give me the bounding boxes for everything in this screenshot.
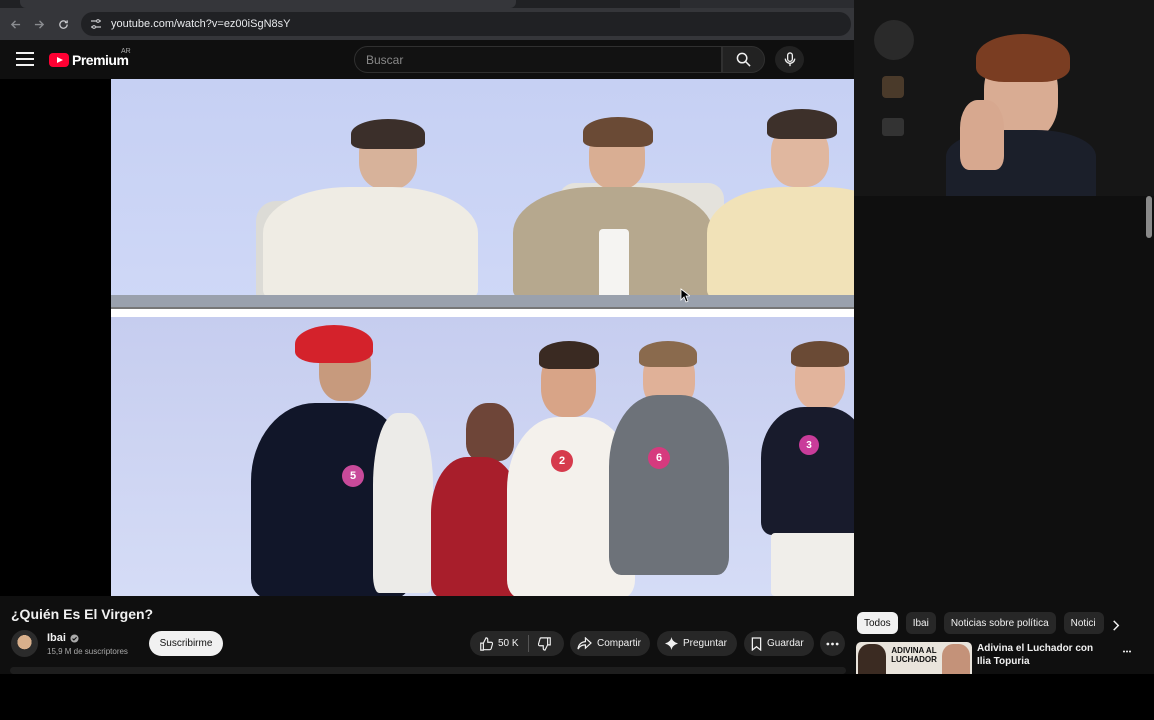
mouse-cursor-icon [680, 288, 690, 303]
like-button[interactable]: 50 K [470, 631, 528, 656]
jersey-number-badge: 5 [342, 465, 364, 487]
save-label: Guardar [767, 638, 804, 649]
search-placeholder: Buscar [366, 52, 404, 67]
chip-ibai[interactable]: Ibai [905, 612, 936, 634]
more-vertical-icon [1122, 649, 1132, 653]
url-text: youtube.com/watch?v=ez00iSgN8sY [111, 18, 291, 30]
chip-noticias[interactable]: Notici [1063, 612, 1104, 634]
jersey-number-badge: 6 [648, 447, 670, 469]
more-actions-button[interactable] [820, 631, 845, 656]
arrow-right-icon [34, 19, 44, 29]
subscriber-count: 15,9 M de suscriptores [47, 647, 128, 656]
reload-button[interactable] [51, 12, 75, 36]
dislike-button[interactable] [529, 631, 561, 656]
arrow-left-icon [10, 19, 20, 29]
share-icon [577, 637, 592, 650]
thumbnail-text: ADIVINA AL LUCHADOR [891, 646, 937, 664]
logo-text: Premium [72, 52, 129, 68]
jersey-number-badge: 2 [551, 450, 573, 472]
country-code: AR [121, 48, 131, 55]
recommended-video[interactable]: ADIVINA AL LUCHADOR Adivina el Luchador … [856, 642, 1146, 674]
browser-toolbar: youtube.com/watch?v=ez00iSgN8sY [0, 8, 854, 40]
search-input[interactable]: Buscar [354, 46, 722, 73]
ask-label: Preguntar [683, 638, 727, 649]
youtube-header: Premium AR Buscar [0, 40, 854, 79]
recommendation-filter-chips: Todos Ibai Noticias sobre política Notic… [857, 612, 1104, 634]
site-settings-icon[interactable] [89, 17, 103, 31]
video-title: ¿Quién Es El Virgen? [11, 606, 154, 622]
chips-next-button[interactable] [1108, 617, 1124, 633]
chip-todos[interactable]: Todos [857, 612, 898, 634]
recommended-video-title[interactable]: Adivina el Luchador con Ilia Topuria [977, 642, 1107, 668]
thumbs-up-icon [480, 636, 493, 651]
share-label: Compartir [597, 638, 641, 649]
verified-icon [70, 633, 79, 643]
channel-avatar[interactable] [11, 630, 38, 657]
back-button[interactable] [3, 12, 27, 36]
chevron-right-icon [1113, 619, 1120, 631]
jersey-number-badge: 3 [799, 435, 819, 455]
search-button[interactable] [722, 46, 765, 73]
share-button[interactable]: Compartir [570, 631, 650, 656]
chip-noticias-politica[interactable]: Noticias sobre política [943, 612, 1056, 634]
youtube-play-icon [49, 53, 69, 67]
letterbox-bottom [0, 674, 1154, 720]
bookmark-icon [751, 636, 762, 651]
forward-button[interactable] [27, 12, 51, 36]
menu-icon[interactable] [16, 52, 34, 68]
browser-tab[interactable] [680, 0, 854, 8]
channel-name[interactable]: Ibai [47, 632, 66, 644]
search-icon [736, 52, 751, 67]
browser-tab-strip [0, 0, 854, 8]
channel-name-row[interactable]: Ibai [47, 632, 79, 644]
microphone-icon [784, 52, 795, 67]
webcam-overlay [854, 0, 1154, 196]
recommended-video-thumbnail[interactable]: ADIVINA AL LUCHADOR [856, 642, 972, 674]
streamer-video [946, 30, 1096, 196]
sparkle-icon [665, 637, 678, 650]
subscribe-button[interactable]: Suscribirme [149, 631, 223, 656]
page-scrollbar[interactable] [1146, 196, 1152, 674]
recommended-video-menu-button[interactable] [1120, 644, 1134, 658]
ask-button[interactable]: Preguntar [657, 631, 737, 656]
like-dislike-group: 50 K [470, 631, 564, 656]
video-info: ¿Quién Es El Virgen? Ibai 15,9 M de susc… [0, 596, 854, 674]
youtube-premium-logo[interactable]: Premium AR [49, 48, 131, 68]
description-box-edge [10, 667, 846, 674]
reload-icon [58, 19, 68, 29]
save-button[interactable]: Guardar [744, 631, 814, 656]
thumbs-down-icon [537, 636, 551, 651]
like-count: 50 K [498, 638, 519, 649]
more-horizontal-icon [826, 642, 839, 645]
address-bar[interactable]: youtube.com/watch?v=ez00iSgN8sY [81, 12, 851, 36]
voice-search-button[interactable] [775, 46, 804, 73]
browser-tab[interactable] [20, 0, 516, 8]
